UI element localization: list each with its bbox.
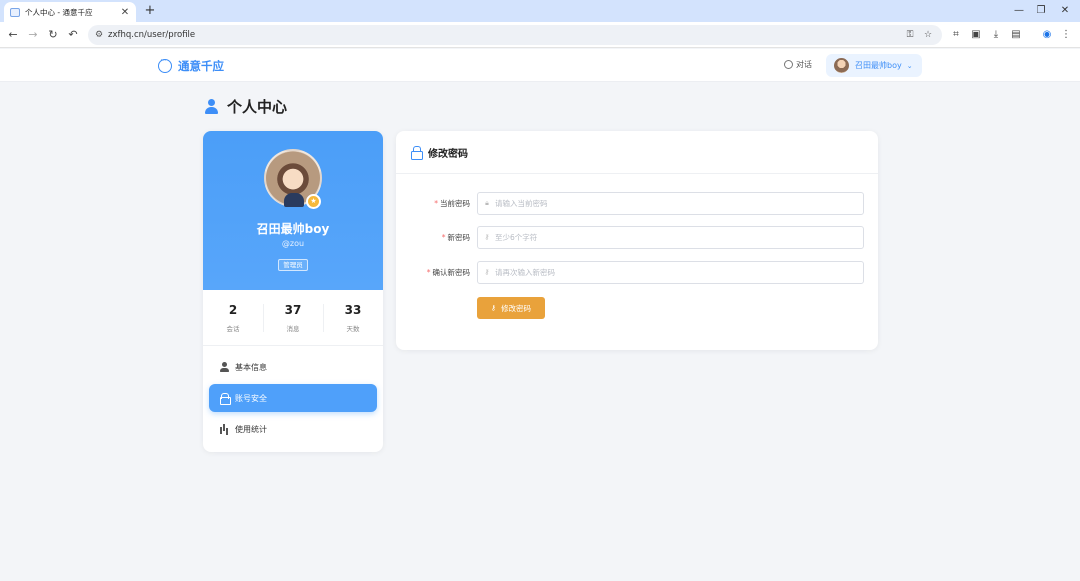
change-password-card: 修改密码 * 当前密码 🔒︎ * 新密码 ⚷ * 确认新密码 ⚷	[396, 131, 878, 350]
stat-label: 消息	[286, 325, 300, 333]
chat-bubble-icon	[158, 56, 172, 73]
current-password-input[interactable]	[495, 194, 855, 213]
menu-item-label: 基本信息	[235, 362, 267, 372]
extension-icon[interactable]: ▣	[969, 27, 983, 43]
user-icon	[219, 362, 229, 372]
site-info-icon[interactable]: ⚙	[93, 27, 105, 43]
menu-item-label: 账号安全	[235, 393, 267, 403]
new-tab-button[interactable]: +	[143, 3, 157, 19]
forward-arrow-icon[interactable]: →	[26, 27, 40, 43]
reload-icon[interactable]: ↻	[46, 27, 60, 43]
profile-name: 召田最帅boy	[256, 222, 330, 236]
card-title: 修改密码	[428, 148, 468, 160]
key-icon: ⚷	[484, 268, 490, 276]
back-arrow-icon[interactable]: ←	[6, 27, 20, 43]
browser-menu-icon[interactable]: ⋮	[1059, 27, 1073, 43]
logo-text: 通意千应	[178, 59, 224, 73]
stat-value: 33	[344, 303, 362, 317]
header-avatar	[834, 58, 849, 73]
stat-sessions: 2 会话	[203, 290, 263, 345]
page-title-row: 个人中心	[205, 96, 287, 117]
field-label: * 新密码	[441, 233, 470, 242]
page-title: 个人中心	[227, 98, 288, 116]
confirm-password-input[interactable]	[495, 263, 855, 282]
address-bar[interactable]: ⚙ zxfhq.cn/user/profile ⚿ ☆	[88, 25, 942, 45]
stat-messages: 37 消息	[263, 290, 323, 345]
crop-icon[interactable]: ⌗	[949, 27, 963, 43]
profile-menu: 基本信息 账号安全 使用统计	[209, 353, 377, 446]
lock-icon	[219, 393, 231, 405]
key-icon: ⚷	[484, 233, 490, 241]
profile-stats: 2 会话 37 消息 33 天数	[203, 290, 383, 346]
card-header: 修改密码	[396, 131, 878, 174]
stat-value: 2	[228, 303, 238, 317]
favicon-icon	[10, 7, 20, 17]
profile-card: ★ 召田最帅boy @zou 管理员 2 会话 37 消息 33 天数 基本信息…	[203, 131, 383, 452]
download-icon[interactable]: ⤓	[989, 27, 1003, 43]
reading-list-icon[interactable]: ▤	[1009, 27, 1023, 43]
undo-icon[interactable]: ↶	[66, 27, 80, 43]
role-badge: 管理员	[278, 259, 308, 271]
menu-item-basic-info[interactable]: 基本信息	[209, 353, 377, 381]
chat-link[interactable]: 对话	[784, 59, 812, 70]
window-minimize-button[interactable]: —	[1010, 3, 1028, 19]
current-password-row: * 当前密码 🔒︎	[396, 192, 878, 215]
new-password-input[interactable]	[495, 228, 855, 247]
stat-value: 37	[284, 303, 302, 317]
menu-item-label: 使用统计	[235, 424, 267, 434]
app-logo[interactable]: 通意千应	[158, 56, 224, 74]
confirm-password-row: * 确认新密码 ⚷	[396, 261, 878, 284]
lock-icon: 🔒︎	[485, 199, 489, 207]
field-label: * 确认新密码	[426, 268, 470, 277]
menu-item-account-security[interactable]: 账号安全	[209, 384, 377, 412]
bar-chart-icon	[219, 424, 229, 434]
new-password-row: * 新密码 ⚷	[396, 226, 878, 249]
chevron-down-icon: ⌄	[906, 61, 913, 70]
star-badge-icon: ★	[306, 194, 321, 209]
app-header: 通意千应 对话 召田最帅boy ⌄	[0, 49, 1080, 82]
browser-tab-bar: 个人中心 - 通意千应 ✕ + — ❐ ✕	[0, 0, 1080, 22]
confirm-password-field[interactable]: ⚷	[477, 261, 864, 284]
profile-handle: @zou	[281, 239, 305, 248]
window-close-button[interactable]: ✕	[1056, 3, 1074, 19]
current-password-field[interactable]: 🔒︎	[477, 192, 864, 215]
bookmark-star-icon[interactable]: ☆	[922, 27, 934, 43]
user-icon	[205, 98, 218, 115]
browser-toolbar: ← → ↻ ↶ ⚙ zxfhq.cn/user/profile ⚿ ☆ ⌗ ▣ …	[0, 22, 1080, 48]
user-menu-button[interactable]: 召田最帅boy ⌄	[826, 54, 922, 77]
new-password-field[interactable]: ⚷	[477, 226, 864, 249]
lock-icon	[410, 146, 423, 160]
field-label: * 当前密码	[434, 199, 470, 208]
browser-tab[interactable]: 个人中心 - 通意千应 ✕	[4, 2, 136, 22]
profile-hero: ★ 召田最帅boy @zou 管理员	[203, 131, 383, 290]
chat-link-label: 对话	[796, 60, 812, 69]
stat-label: 会话	[226, 325, 240, 333]
stat-days: 33 天数	[323, 290, 383, 345]
key-icon: ⚷	[490, 304, 497, 312]
chat-icon	[784, 60, 793, 69]
tab-close-icon[interactable]: ✕	[120, 7, 130, 18]
stat-label: 天数	[346, 325, 360, 333]
profile-icon[interactable]: ◉	[1040, 27, 1054, 43]
address-url[interactable]: zxfhq.cn/user/profile	[108, 25, 195, 45]
password-key-icon[interactable]: ⚿	[904, 27, 916, 43]
window-restore-button[interactable]: ❐	[1032, 3, 1050, 19]
header-user-name: 召田最帅boy	[855, 61, 902, 70]
change-password-button[interactable]: ⚷ 修改密码	[477, 297, 545, 319]
tab-title: 个人中心 - 通意千应	[25, 7, 93, 17]
change-password-button-label: 修改密码	[501, 303, 532, 313]
menu-item-usage-stats[interactable]: 使用统计	[209, 415, 377, 443]
